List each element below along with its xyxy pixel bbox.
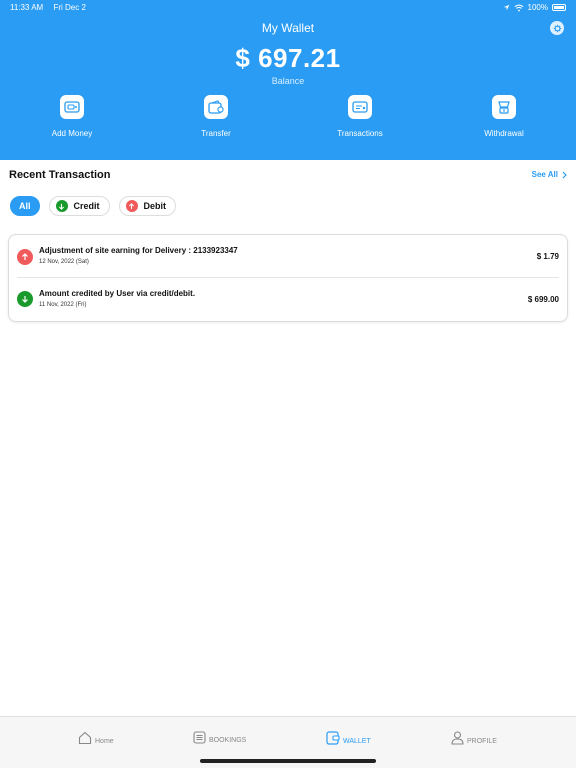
arrow-up-icon bbox=[125, 200, 138, 212]
transaction-description: Adjustment of site earning for Delivery … bbox=[39, 246, 238, 255]
status-time: 11:33 AM bbox=[10, 3, 44, 12]
chevron-right-icon bbox=[562, 171, 567, 178]
settings-button[interactable] bbox=[550, 21, 564, 35]
transaction-date: 11 Nov, 2022 (Fri) bbox=[39, 302, 87, 308]
filter-all-label: All bbox=[19, 201, 31, 211]
section-title: Recent Transaction bbox=[9, 169, 111, 181]
wallet-header: 11:33 AM Fri Dec 2 100% My Wallet $ 697.… bbox=[0, 0, 576, 160]
transaction-list: Adjustment of site earning for Delivery … bbox=[8, 234, 568, 322]
battery-percent: 100% bbox=[527, 3, 548, 12]
transactions-button[interactable]: Transactions bbox=[310, 95, 410, 138]
withdrawal-label: Withdrawal bbox=[484, 129, 524, 138]
tab-profile[interactable]: PROFILE bbox=[451, 731, 497, 745]
filter-debit-chip[interactable]: Debit bbox=[118, 196, 177, 216]
page-title: My Wallet bbox=[261, 21, 315, 35]
status-date: Fri Dec 2 bbox=[53, 3, 86, 12]
withdrawal-button[interactable]: Withdrawal bbox=[454, 95, 554, 138]
tab-wallet[interactable]: WALLET bbox=[326, 731, 371, 745]
header-curve bbox=[0, 140, 576, 157]
see-all-link[interactable]: See All bbox=[532, 170, 567, 179]
wifi-icon bbox=[514, 4, 524, 11]
gear-icon bbox=[553, 24, 561, 32]
transfer-label: Transfer bbox=[201, 129, 231, 138]
see-all-label: See All bbox=[531, 170, 558, 179]
transaction-amount: $ 1.79 bbox=[536, 252, 559, 261]
wallet-transfer-icon bbox=[204, 95, 228, 119]
add-money-label: Add Money bbox=[51, 129, 93, 138]
tab-bookings[interactable]: BOOKINGS bbox=[193, 731, 246, 744]
withdraw-icon bbox=[492, 95, 516, 119]
transactions-icon bbox=[348, 95, 372, 119]
status-bar: 11:33 AM Fri Dec 2 100% bbox=[0, 0, 576, 14]
add-money-button[interactable]: Add Money bbox=[22, 95, 122, 138]
wallet-balance: $ 697.21 bbox=[235, 43, 341, 73]
bookings-icon bbox=[193, 731, 206, 744]
transaction-amount: $ 699.00 bbox=[527, 295, 559, 304]
filter-credit-chip[interactable]: Credit bbox=[48, 196, 110, 216]
tab-bookings-label: BOOKINGS bbox=[209, 737, 247, 744]
transactions-label: Transactions bbox=[337, 129, 383, 138]
transfer-button[interactable]: Transfer bbox=[166, 95, 266, 138]
tab-wallet-label: WALLET bbox=[343, 738, 371, 745]
filter-debit-label: Debit bbox=[143, 201, 167, 211]
transaction-description: Amount credited by User via credit/debit… bbox=[39, 289, 196, 298]
location-icon bbox=[503, 4, 509, 11]
profile-icon bbox=[451, 731, 464, 745]
tab-home[interactable]: Home bbox=[78, 731, 114, 745]
home-icon bbox=[78, 731, 92, 745]
filter-credit-label: Credit bbox=[73, 201, 100, 211]
filter-all-chip[interactable]: All bbox=[10, 196, 40, 216]
home-indicator bbox=[200, 759, 376, 763]
arrow-up-icon bbox=[17, 249, 33, 265]
transaction-row[interactable]: Amount credited by User via credit/debit… bbox=[9, 278, 567, 321]
transaction-row[interactable]: Adjustment of site earning for Delivery … bbox=[17, 235, 559, 278]
arrow-down-icon bbox=[55, 200, 68, 212]
tab-home-label: Home bbox=[95, 738, 114, 745]
transaction-date: 12 Nov, 2022 (Sat) bbox=[39, 259, 89, 265]
wallet-icon bbox=[326, 731, 340, 745]
balance-label: Balance bbox=[271, 76, 305, 86]
wallet-add-icon bbox=[60, 95, 84, 119]
arrow-down-icon bbox=[17, 291, 33, 307]
tab-profile-label: PROFILE bbox=[467, 738, 497, 745]
battery-icon bbox=[552, 4, 566, 11]
filter-bar: All Credit Debit bbox=[10, 196, 177, 216]
